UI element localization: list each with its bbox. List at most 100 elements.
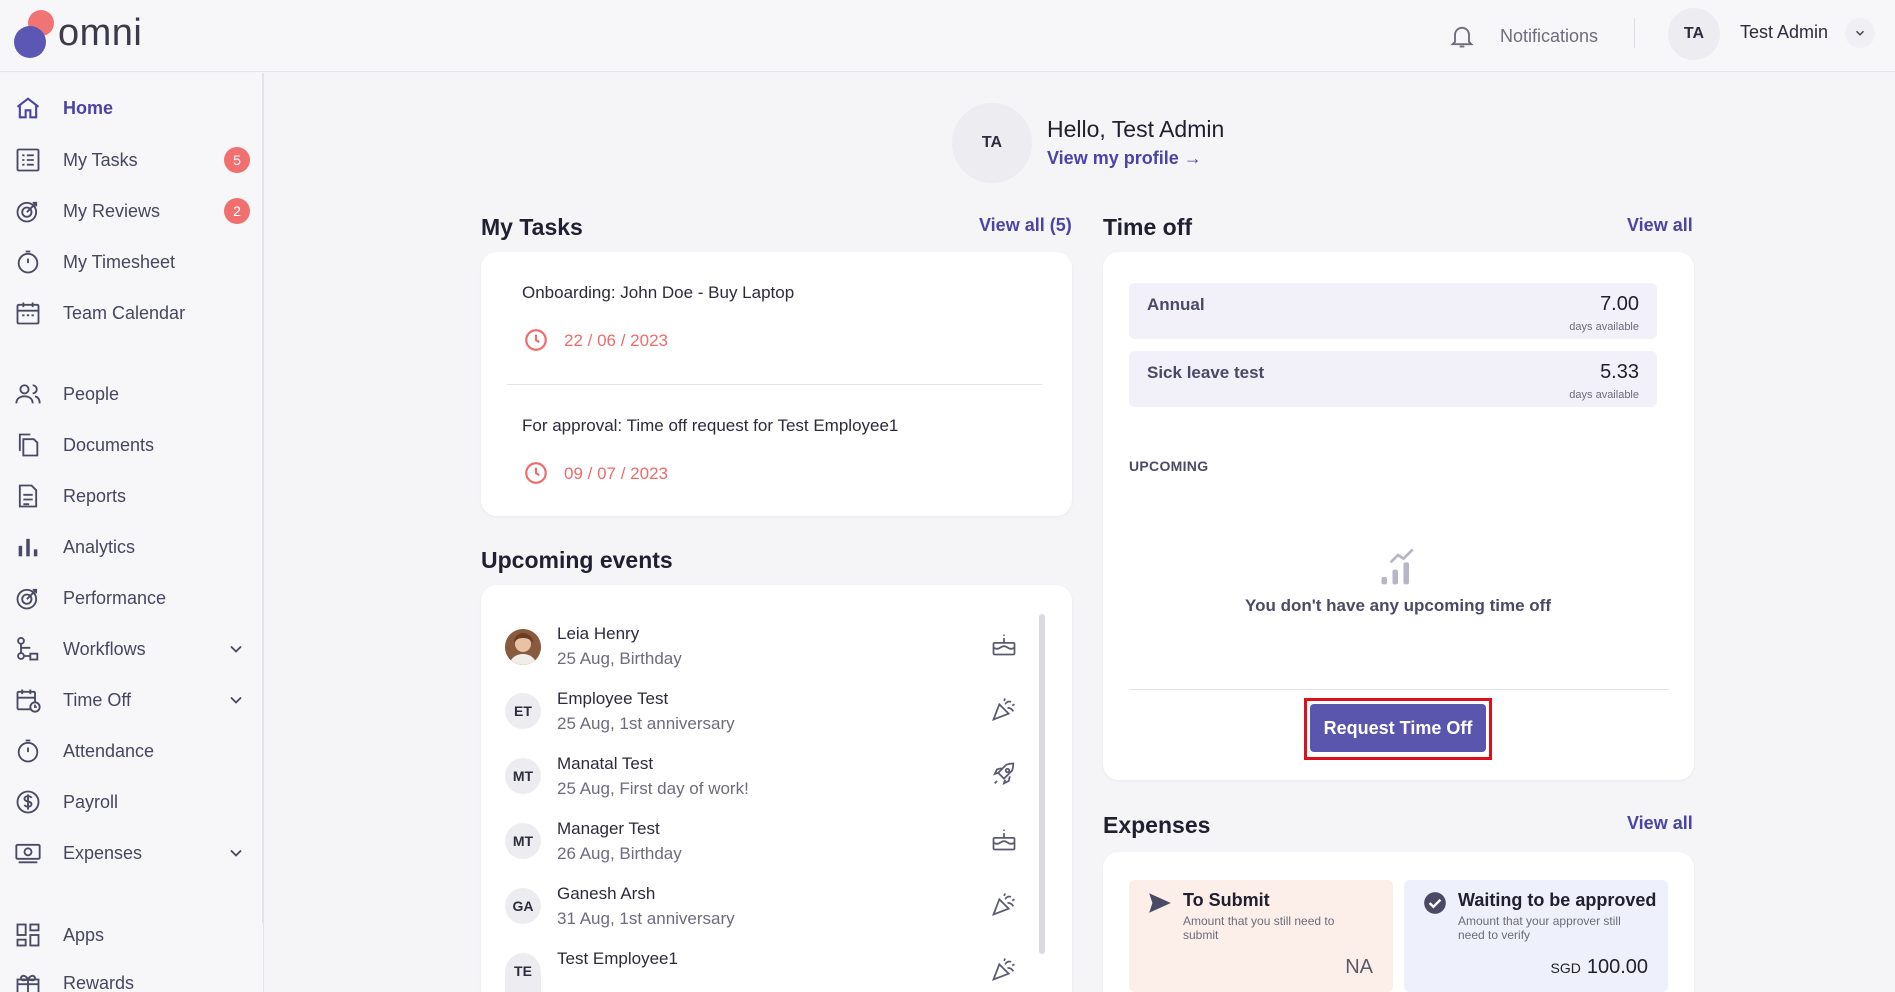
sidebar-item-my-tasks[interactable]: My Tasks 5	[0, 138, 263, 182]
logo-text: omni	[58, 12, 143, 54]
task-title[interactable]: Onboarding: John Doe - Buy Laptop	[522, 283, 794, 303]
user-name[interactable]: Test Admin	[1740, 22, 1828, 43]
leave-type-name: Sick leave test	[1147, 363, 1265, 382]
view-profile-link[interactable]: View my profile →	[1047, 148, 1202, 169]
send-icon	[1149, 893, 1171, 913]
to-submit-amount: NA	[1345, 956, 1373, 978]
sidebar-item-my-reviews[interactable]: My Reviews 2	[0, 189, 263, 233]
greeting-title: Hello, Test Admin	[1047, 116, 1225, 142]
event-detail: 25 Aug, First day of work!	[557, 779, 749, 798]
currency-code: SGD	[1550, 960, 1581, 976]
task-list-icon	[16, 148, 40, 172]
sidebar-item-label: My Timesheet	[63, 251, 176, 272]
clock-icon	[525, 329, 547, 351]
events-scrollbar[interactable]	[1039, 614, 1045, 954]
chevron-down-icon	[1855, 30, 1865, 36]
chevron-down-icon[interactable]	[226, 690, 246, 710]
sidebar-scrollbar[interactable]	[262, 73, 263, 923]
sidebar-item-label: Payroll	[63, 791, 119, 812]
notifications-button[interactable]: Notifications	[1448, 18, 1598, 54]
event-avatar-photo	[505, 629, 541, 665]
sidebar-item-expenses[interactable]: Expenses	[0, 831, 263, 875]
cake-icon	[992, 634, 1016, 656]
sidebar-item-analytics[interactable]: Analytics	[0, 525, 263, 569]
bar-chart-icon	[18, 538, 38, 557]
task-title[interactable]: For approval: Time off request for Test …	[522, 416, 898, 436]
gift-icon	[16, 974, 40, 992]
sidebar-item-documents[interactable]: Documents	[0, 423, 263, 467]
sidebar-item-performance[interactable]: Performance	[0, 576, 263, 620]
expenses-view-all-link[interactable]: View all	[1627, 813, 1693, 834]
task-due-date: 09 / 07 / 2023	[564, 464, 668, 483]
target-icon	[16, 201, 38, 223]
event-person-name[interactable]: Employee Test	[557, 689, 668, 709]
leave-balance-sick[interactable]: Sick leave test 5.33 days available	[1129, 351, 1657, 407]
sidebar-item-reports[interactable]: Reports	[0, 474, 263, 518]
request-time-off-button[interactable]: Request Time Off	[1310, 704, 1486, 752]
leave-type-name: Annual	[1147, 295, 1205, 314]
expenses-title: Expenses	[1103, 812, 1211, 838]
to-submit-box[interactable]: To Submit Amount that you still need to …	[1129, 880, 1393, 992]
event-detail: 25 Aug, Birthday	[557, 649, 682, 668]
event-person-name[interactable]: Leia Henry	[557, 624, 639, 644]
sidebar-item-apps[interactable]: Apps	[0, 913, 263, 957]
stopwatch-icon	[17, 250, 39, 274]
rocket-icon	[992, 762, 1015, 786]
dollar-circle-icon	[16, 790, 40, 814]
bell-icon	[1450, 26, 1474, 48]
top-bar: omni Notifications TA Test Admin	[0, 0, 1895, 72]
tasks-view-all-link[interactable]: View all (5)	[979, 215, 1072, 236]
my-tasks-title: My Tasks	[481, 214, 583, 240]
workflow-icon	[17, 636, 39, 661]
event-avatar: GA	[505, 888, 541, 924]
sidebar-item-label: Team Calendar	[63, 302, 186, 323]
waiting-title: Waiting to be approved	[1458, 890, 1657, 910]
tasks-count-badge: 5	[224, 147, 250, 173]
sidebar-item-people[interactable]: People	[0, 372, 263, 416]
target-icon	[16, 588, 38, 610]
sidebar-item-label: My Tasks	[63, 149, 138, 170]
sidebar-item-label: Rewards	[63, 972, 135, 992]
sidebar-item-attendance[interactable]: Attendance	[0, 729, 263, 773]
event-detail: 26 Aug, Birthday	[557, 844, 682, 863]
to-submit-desc: Amount that you still need to submit	[1183, 914, 1335, 942]
timeoff-view-all-link[interactable]: View all	[1627, 215, 1693, 236]
event-detail: 31 Aug, 1st anniversary	[557, 909, 735, 928]
chevron-down-icon[interactable]	[226, 843, 246, 863]
sidebar-item-my-timesheet[interactable]: My Timesheet	[0, 240, 263, 284]
leave-days-unit: days available	[1569, 321, 1639, 333]
user-avatar[interactable]: TA	[1668, 8, 1720, 60]
sidebar-item-payroll[interactable]: Payroll	[0, 780, 263, 824]
omni-logo[interactable]: omni	[12, 8, 152, 58]
apps-grid-icon	[16, 923, 40, 947]
leave-balance-annual[interactable]: Annual 7.00 days available	[1129, 283, 1657, 339]
event-person-name[interactable]: Test Employee1	[557, 949, 678, 969]
event-person-name[interactable]: Ganesh Arsh	[557, 884, 655, 904]
cake-icon	[992, 829, 1016, 851]
sidebar-item-label: Documents	[63, 434, 155, 455]
sidebar-item-rewards[interactable]: Rewards	[0, 961, 263, 992]
sidebar-item-label: Reports	[63, 485, 127, 506]
reviews-count-badge: 2	[224, 198, 250, 224]
waiting-desc: Amount that your approver still need to …	[1458, 914, 1621, 942]
sidebar-item-team-calendar[interactable]: Team Calendar	[0, 291, 263, 335]
event-avatar: MT	[505, 823, 541, 859]
calendar-icon	[16, 302, 40, 325]
event-avatar: MT	[505, 758, 541, 794]
sidebar-item-time-off[interactable]: Time Off	[0, 678, 263, 722]
waiting-amount: 100.00	[1586, 956, 1648, 978]
documents-icon	[18, 433, 39, 457]
sidebar-item-label: People	[63, 383, 120, 404]
sidebar-item-workflows[interactable]: Workflows	[0, 627, 263, 671]
sidebar-item-label: Expenses	[63, 842, 143, 863]
clock-icon	[525, 462, 547, 484]
waiting-approval-box[interactable]: Waiting to be approved Amount that your …	[1404, 880, 1668, 992]
sidebar-item-label: Workflows	[63, 638, 146, 659]
chevron-down-icon[interactable]	[226, 639, 246, 659]
money-icon	[15, 843, 41, 864]
sidebar-item-home[interactable]: Home	[0, 86, 263, 130]
event-person-name[interactable]: Manatal Test	[557, 754, 653, 774]
event-person-name[interactable]: Manager Test	[557, 819, 660, 839]
user-menu-chevron[interactable]	[1845, 18, 1875, 48]
report-icon	[18, 484, 38, 508]
